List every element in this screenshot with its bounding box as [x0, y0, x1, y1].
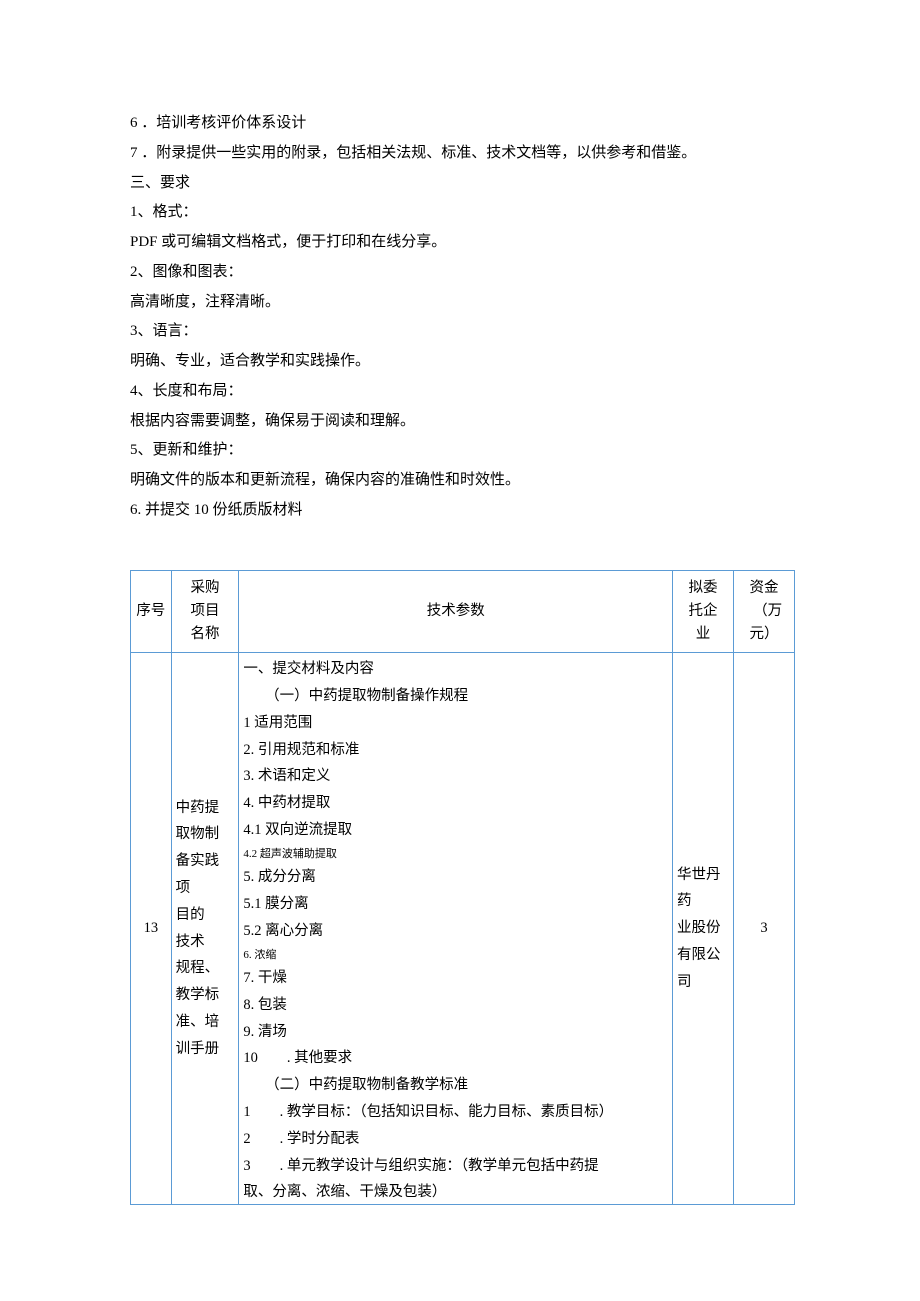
paragraph: 7 ．附录提供一些实用的附录，包括相关法规、标准、技术文档等，以供参考和借鉴。 — [130, 140, 795, 168]
name-line: 技术 — [176, 929, 235, 956]
spec-line: 1 . 教学目标：（包括知识目标、能力目标、素质目标） — [243, 1099, 668, 1126]
paragraph: 明确、专业，适合教学和实践操作。 — [130, 348, 795, 376]
name-line: 目的 — [176, 902, 235, 929]
vendor-line: 有限公 — [677, 942, 729, 969]
name-line: 规程、 — [176, 955, 235, 982]
paragraph: 1、格式： — [130, 199, 795, 227]
spec-line: 2. 引用规范和标准 — [243, 737, 668, 764]
paragraph: 4、长度和布局： — [130, 378, 795, 406]
name-line: 训手册 — [176, 1036, 235, 1063]
spec-line: 5. 成分分离 — [243, 864, 668, 891]
spec-line: 5.1 膜分离 — [243, 891, 668, 918]
spec-line: （二）中药提取物制备教学标准 — [243, 1072, 668, 1099]
paragraph: 6 ．培训考核评价体系设计 — [130, 110, 795, 138]
spec-line: 4.1 双向逆流提取 — [243, 817, 668, 844]
cell-spec: 一、提交材料及内容（一）中药提取物制备操作规程1 适用范围2. 引用规范和标准3… — [239, 653, 673, 1205]
name-line: 项 — [176, 875, 235, 902]
spec-line: 9. 清场 — [243, 1019, 668, 1046]
spec-line: 1 适用范围 — [243, 710, 668, 737]
paragraph: 高清晰度，注释清晰。 — [130, 289, 795, 317]
procurement-table: 序号 采购项目名称 技术参数 拟委托企业 资金 （万元） 13 中药提取物制备实… — [130, 570, 795, 1206]
name-line: 中药提 — [176, 795, 235, 822]
name-line: 备实践 — [176, 848, 235, 875]
header-seq: 序号 — [131, 570, 172, 653]
cell-vendor: 华世丹药业股份有限公司 — [673, 653, 734, 1205]
spec-line: 取、分离、浓缩、干燥及包装） — [243, 1179, 668, 1201]
vendor-line: 华世丹 — [677, 862, 729, 889]
table-row: 13 中药提取物制备实践项目的技术规程、教学标准、培训手册 一、提交材料及内容（… — [131, 653, 795, 1205]
name-line: 准、培 — [176, 1009, 235, 1036]
paragraph: 明确文件的版本和更新流程，确保内容的准确性和时效性。 — [130, 467, 795, 495]
spec-line: 6. 浓缩 — [243, 945, 668, 965]
spec-line: 5.2 离心分离 — [243, 918, 668, 945]
vendor-line: 业股份 — [677, 915, 729, 942]
paragraph: 6. 并提交 10 份纸质版材料 — [130, 497, 795, 525]
spec-line: 4.2 超声波辅助提取 — [243, 844, 668, 864]
name-line: 教学标 — [176, 982, 235, 1009]
spec-line: 8. 包装 — [243, 992, 668, 1019]
paragraph: 三、要求 — [130, 170, 795, 198]
name-line: 取物制 — [176, 821, 235, 848]
header-fund: 资金 （万元） — [734, 570, 795, 653]
paragraph: 2、图像和图表： — [130, 259, 795, 287]
document-body-section: 6 ．培训考核评价体系设计 7 ．附录提供一些实用的附录，包括相关法规、标准、技… — [130, 110, 795, 525]
header-name: 采购项目名称 — [171, 570, 239, 653]
header-spec: 技术参数 — [239, 570, 673, 653]
spec-line: 10 . 其他要求 — [243, 1045, 668, 1072]
paragraph: 5、更新和维护： — [130, 437, 795, 465]
paragraph: PDF 或可编辑文档格式，便于打印和在线分享。 — [130, 229, 795, 257]
cell-name: 中药提取物制备实践项目的技术规程、教学标准、培训手册 — [171, 653, 239, 1205]
spec-line: 3 . 单元教学设计与组织实施：（教学单元包括中药提 — [243, 1153, 668, 1180]
paragraph: 3、语言： — [130, 318, 795, 346]
cell-seq: 13 — [131, 653, 172, 1205]
table-header-row: 序号 采购项目名称 技术参数 拟委托企业 资金 （万元） — [131, 570, 795, 653]
vendor-line: 司 — [677, 969, 729, 996]
spec-line: （一）中药提取物制备操作规程 — [243, 683, 668, 710]
spec-line: 一、提交材料及内容 — [243, 656, 668, 683]
spec-line: 3. 术语和定义 — [243, 763, 668, 790]
spec-line: 7. 干燥 — [243, 965, 668, 992]
vendor-line: 药 — [677, 888, 729, 915]
cell-fund: 3 — [734, 653, 795, 1205]
spec-line: 2 . 学时分配表 — [243, 1126, 668, 1153]
header-vendor: 拟委托企业 — [673, 570, 734, 653]
spec-line: 4. 中药材提取 — [243, 790, 668, 817]
paragraph: 根据内容需要调整，确保易于阅读和理解。 — [130, 408, 795, 436]
